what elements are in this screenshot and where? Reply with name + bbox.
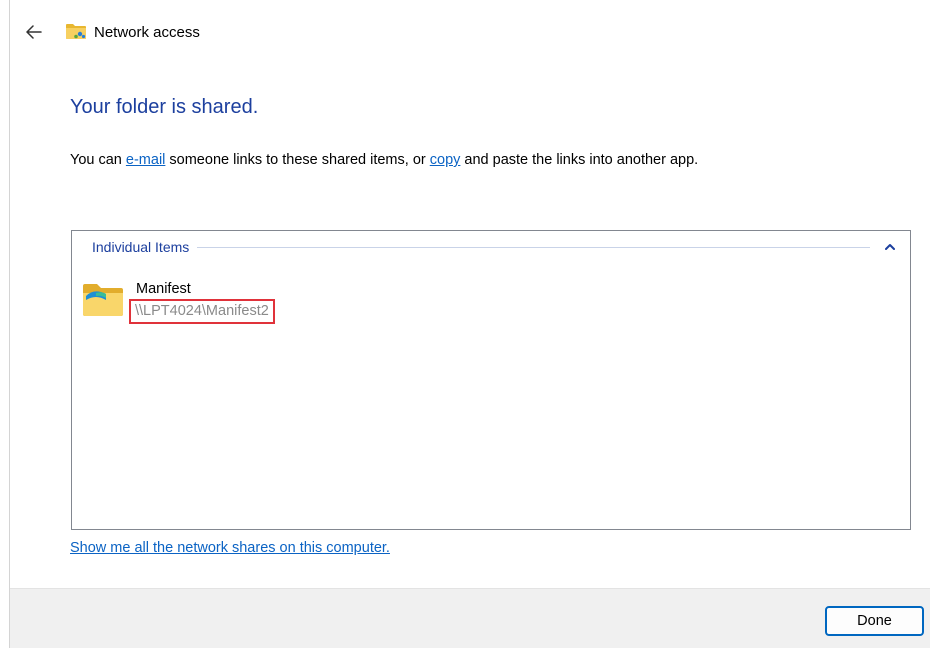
shared-folder-icon xyxy=(83,284,123,316)
highlight-box: \\LPT4024\Manifest2 xyxy=(129,299,275,324)
description-middle: someone links to these shared items, or xyxy=(165,152,430,168)
network-folder-icon xyxy=(66,24,86,39)
back-button[interactable] xyxy=(20,20,48,44)
group-divider xyxy=(197,246,870,248)
copy-link[interactable]: copy xyxy=(430,152,461,168)
item-name: Manifest xyxy=(136,281,191,297)
shared-items-list: Individual Items Manifest \\LPT4024\Mani… xyxy=(71,230,911,530)
show-network-shares-link[interactable]: Show me all the network shares on this c… xyxy=(70,540,390,556)
group-header-individual-items[interactable]: Individual Items xyxy=(92,237,900,257)
description-text: You can e-mail someone links to these sh… xyxy=(70,152,698,168)
network-access-window: Network access Your folder is shared. Yo… xyxy=(9,0,930,648)
collapse-group-button[interactable] xyxy=(880,237,900,257)
title-bar: Network access xyxy=(10,0,930,64)
description-suffix: and paste the links into another app. xyxy=(460,152,699,168)
page-heading: Your folder is shared. xyxy=(70,96,259,118)
chevron-up-icon xyxy=(885,244,895,250)
done-button[interactable]: Done xyxy=(825,606,924,636)
description-prefix: You can xyxy=(70,152,126,168)
window-title: Network access xyxy=(94,24,200,41)
list-item[interactable]: Manifest \\LPT4024\Manifest2 xyxy=(82,279,322,327)
email-link[interactable]: e-mail xyxy=(126,152,165,168)
footer: Done xyxy=(10,588,930,648)
group-label: Individual Items xyxy=(92,239,190,255)
item-network-path: \\LPT4024\Manifest2 xyxy=(135,303,269,319)
arrow-left-icon xyxy=(26,25,42,39)
